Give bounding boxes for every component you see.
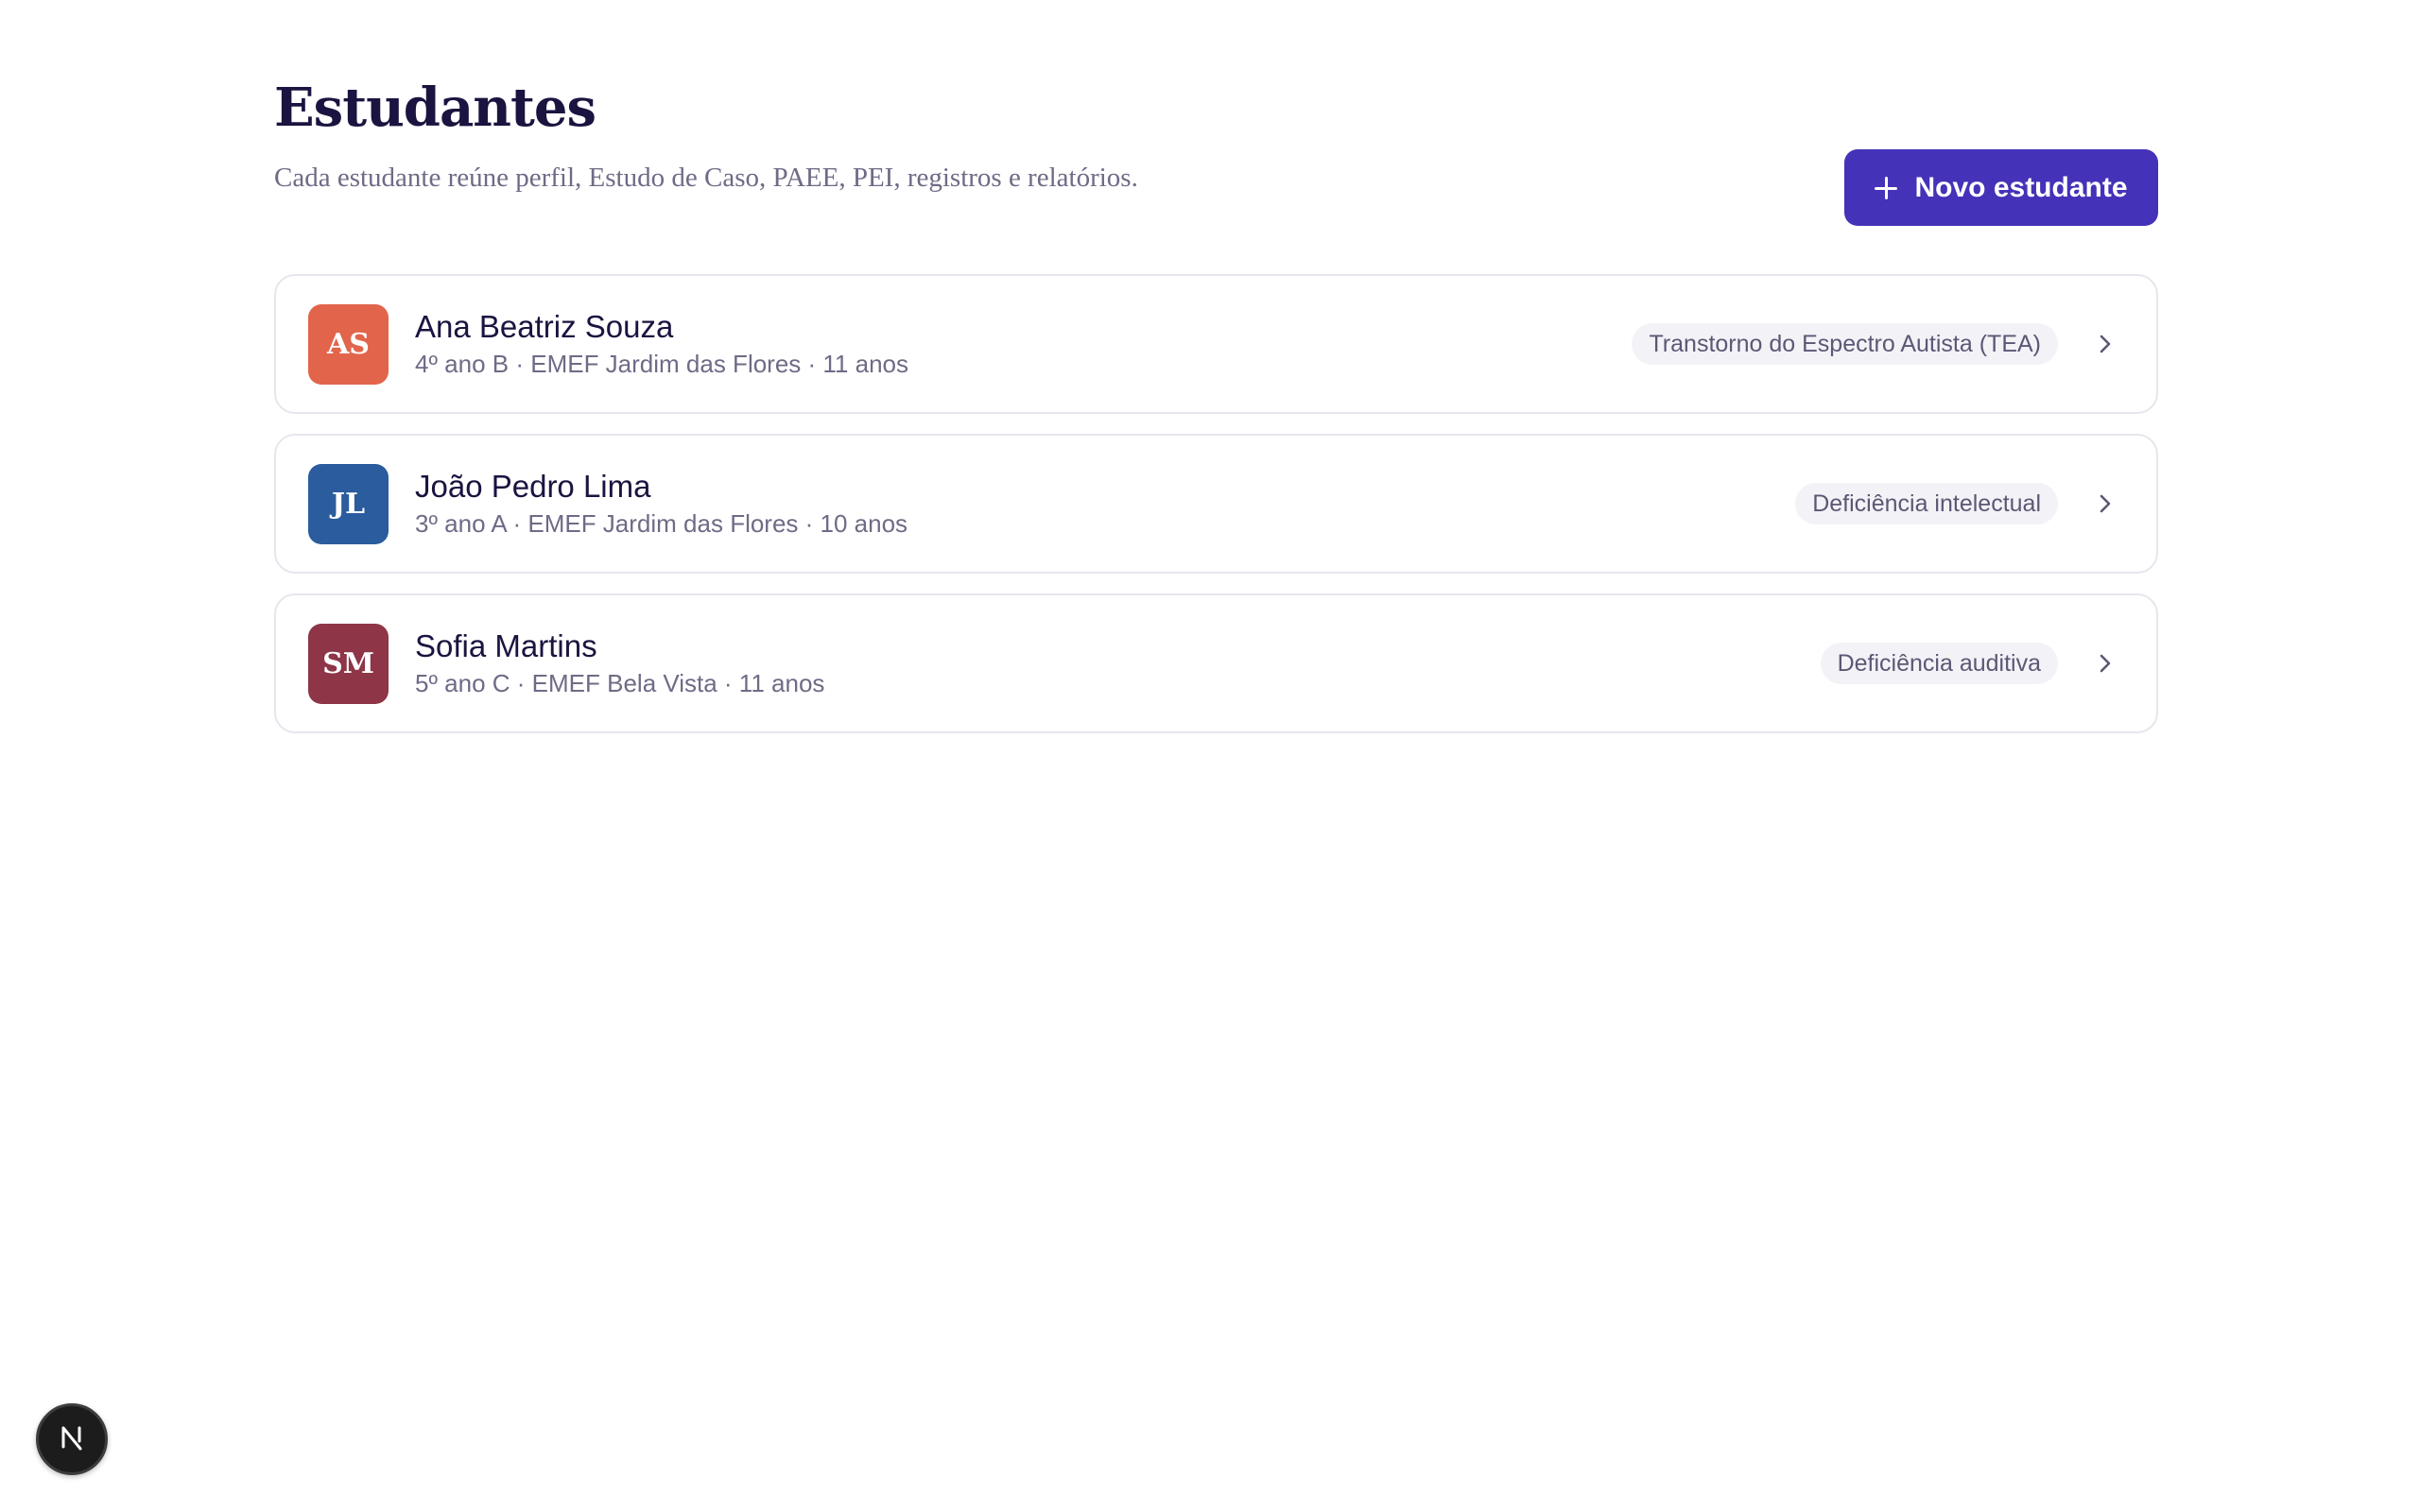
student-list: AS Ana Beatriz Souza 4º ano B · EMEF Jar… xyxy=(274,274,2158,733)
student-card[interactable]: JL João Pedro Lima 3º ano A · EMEF Jardi… xyxy=(274,434,2158,574)
page-subtitle: Cada estudante reúne perfil, Estudo de C… xyxy=(274,163,1138,193)
chevron-right-icon xyxy=(2086,325,2124,363)
disability-badge: Transtorno do Espectro Autista (TEA) xyxy=(1632,323,2058,365)
avatar: JL xyxy=(308,463,389,544)
nextjs-dev-indicator[interactable] xyxy=(36,1403,108,1475)
student-info: Ana Beatriz Souza 4º ano B · EMEF Jardim… xyxy=(415,308,1632,380)
disability-badge: Deficiência intelectual xyxy=(1795,483,2058,524)
avatar: SM xyxy=(308,623,389,704)
student-card[interactable]: AS Ana Beatriz Souza 4º ano B · EMEF Jar… xyxy=(274,274,2158,414)
new-student-button[interactable]: Novo estudante xyxy=(1844,149,2158,226)
nextjs-logo-icon xyxy=(56,1421,88,1458)
student-card[interactable]: SM Sofia Martins 5º ano C · EMEF Bela Vi… xyxy=(274,593,2158,733)
student-meta: 3º ano A · EMEF Jardim das Flores · 10 a… xyxy=(415,509,908,538)
avatar: AS xyxy=(308,303,389,385)
student-name: Ana Beatriz Souza xyxy=(415,309,674,344)
plus-icon xyxy=(1875,176,1898,199)
chevron-right-icon xyxy=(2086,485,2124,523)
student-name: João Pedro Lima xyxy=(415,469,651,504)
student-meta: 4º ano B · EMEF Jardim das Flores · 11 a… xyxy=(415,350,908,378)
page-title: Estudantes xyxy=(274,77,596,139)
chevron-right-icon xyxy=(2086,644,2124,682)
student-name: Sofia Martins xyxy=(415,628,597,663)
disability-badge: Deficiência auditiva xyxy=(1820,643,2058,684)
student-info: Sofia Martins 5º ano C · EMEF Bela Vista… xyxy=(415,627,1821,699)
student-info: João Pedro Lima 3º ano A · EMEF Jardim d… xyxy=(415,468,1795,540)
students-page: Estudantes Cada estudante reúne perfil, … xyxy=(274,66,2158,753)
new-student-label: Novo estudante xyxy=(1914,171,2128,203)
page-header: Cada estudante reúne perfil, Estudo de C… xyxy=(274,149,2158,263)
student-meta: 5º ano C · EMEF Bela Vista · 11 anos xyxy=(415,669,825,697)
